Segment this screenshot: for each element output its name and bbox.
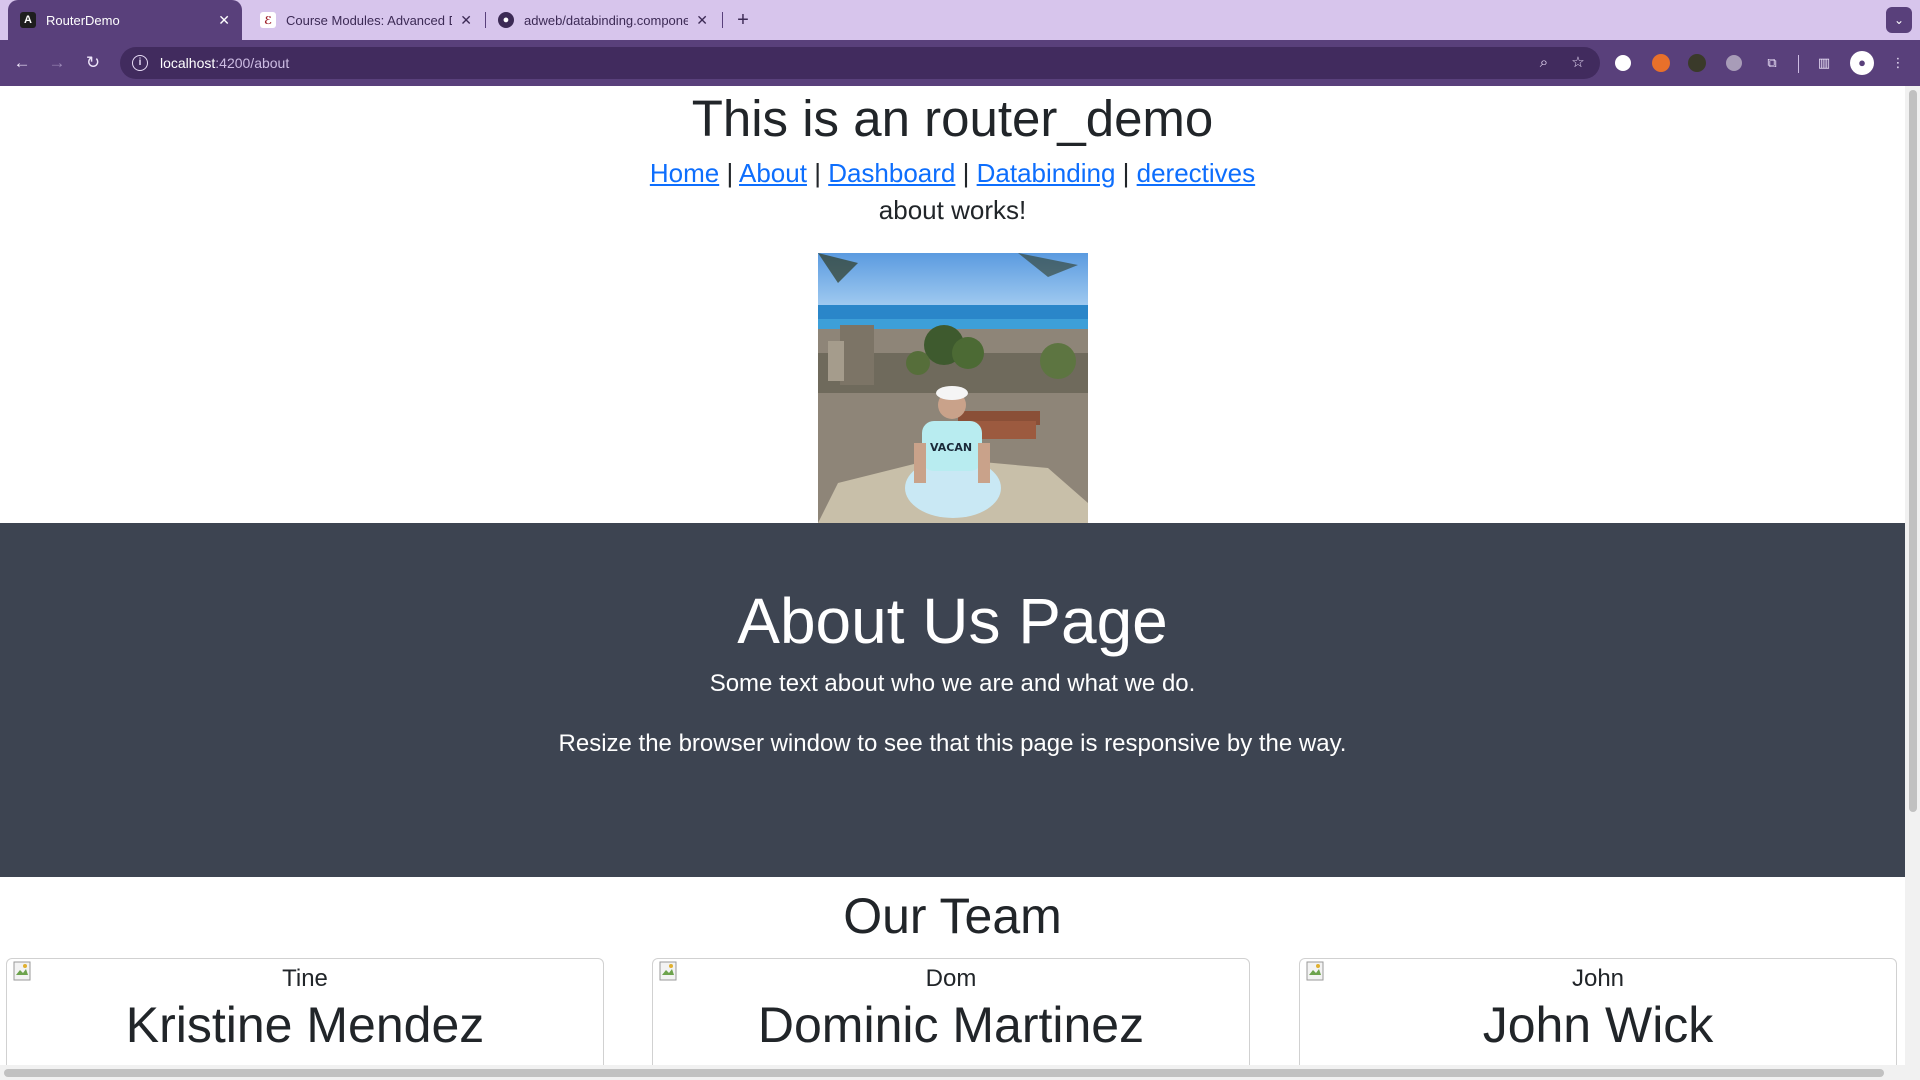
close-tab-icon[interactable]: ✕ [218, 12, 230, 29]
tab-title: adweb/databinding.compone [524, 12, 689, 28]
vertical-scroll-thumb[interactable] [1909, 90, 1917, 812]
tab-course-modules[interactable]: ℰ Course Modules: Advanced D ✕ [248, 0, 484, 40]
extensions-puzzle-icon[interactable]: ⧉ [1760, 51, 1784, 75]
vertical-scrollbar[interactable] [1905, 86, 1920, 1080]
horizontal-scroll-thumb[interactable] [4, 1069, 1884, 1077]
extension-1-icon[interactable] [1615, 55, 1631, 71]
angular-icon: A [20, 12, 36, 28]
tab-search-button[interactable]: ⌄ [1886, 7, 1912, 33]
tab-routerdemo[interactable]: A RouterDemo ✕ [8, 0, 242, 40]
browser-menu-icon[interactable]: ⋮ [1886, 51, 1910, 75]
tab-strip: A RouterDemo ✕ ℰ Course Modules: Advance… [0, 0, 1920, 40]
page-title: This is an router_demo [691, 90, 1214, 147]
course-icon: ℰ [260, 12, 276, 28]
team-member-name: Dominic Martinez [757, 997, 1145, 1053]
profile-avatar-icon[interactable]: ● [1850, 51, 1874, 75]
github-icon: ● [498, 12, 514, 28]
nav-link-about[interactable]: About [739, 158, 807, 188]
team-photo-alt: John [1571, 965, 1625, 992]
extension-4-icon[interactable] [1726, 55, 1742, 71]
nav-separator: | [1122, 158, 1130, 188]
team-member-name: Kristine Mendez [125, 997, 485, 1053]
nav-link-derectives[interactable]: derectives [1137, 158, 1256, 188]
tab-github[interactable]: ● adweb/databinding.compone ✕ [486, 0, 720, 40]
main-nav: Home | About | Dashboard | Databinding |… [0, 157, 1905, 189]
team-card: Tine Kristine Mendez [6, 958, 604, 1080]
about-hero-section: About Us Page Some text about who we are… [0, 523, 1905, 877]
extension-3-icon[interactable] [1688, 54, 1706, 72]
svg-text:VACAN: VACAN [930, 441, 972, 454]
forward-icon[interactable]: → [45, 51, 69, 75]
team-photo-alt: Dom [925, 965, 977, 992]
page-viewport: This is an router_demo Home | About | Da… [0, 86, 1920, 1080]
back-icon[interactable]: ← [10, 51, 34, 75]
close-tab-icon[interactable]: ✕ [696, 12, 708, 29]
horizontal-scrollbar[interactable] [0, 1065, 1905, 1080]
team-photo-alt: Tine [282, 965, 328, 992]
address-bar[interactable]: i localhost:4200/about ⌕ ☆ [120, 47, 1600, 79]
about-text: Some text about who we are and what we d… [709, 670, 1196, 697]
zoom-icon[interactable]: ⌕ [1532, 51, 1556, 75]
nav-link-databinding[interactable]: Databinding [977, 158, 1116, 188]
tab-separator [722, 12, 723, 28]
tab-title: RouterDemo [46, 12, 120, 28]
nav-link-dashboard[interactable]: Dashboard [828, 158, 955, 188]
extension-2-icon[interactable] [1652, 54, 1670, 72]
beach-photo: VACAN [818, 253, 1088, 523]
bookmark-star-icon[interactable]: ☆ [1566, 51, 1590, 75]
responsive-note: Resize the browser window to see that th… [558, 730, 1347, 757]
toolbar-divider [1798, 55, 1799, 73]
new-tab-button[interactable]: + [730, 7, 756, 33]
about-works-text: about works! [878, 195, 1027, 225]
nav-separator: | [814, 158, 821, 188]
tab-title: Course Modules: Advanced D [286, 12, 453, 28]
nav-separator: | [962, 158, 970, 188]
close-tab-icon[interactable]: ✕ [460, 12, 472, 29]
url-text[interactable]: localhost:4200/about [160, 55, 289, 71]
about-heading: About Us Page [737, 585, 1168, 657]
nav-separator: | [726, 158, 734, 188]
team-member-name: John Wick [1482, 997, 1714, 1053]
site-info-icon[interactable]: i [132, 55, 148, 71]
side-panel-icon[interactable]: ▥ [1812, 51, 1836, 75]
nav-link-home[interactable]: Home [650, 158, 719, 188]
team-card: Dom Dominic Martinez [652, 958, 1250, 1080]
team-card: John John Wick [1299, 958, 1897, 1080]
reload-icon[interactable]: ↻ [81, 51, 105, 75]
team-heading: Our Team [843, 888, 1062, 944]
